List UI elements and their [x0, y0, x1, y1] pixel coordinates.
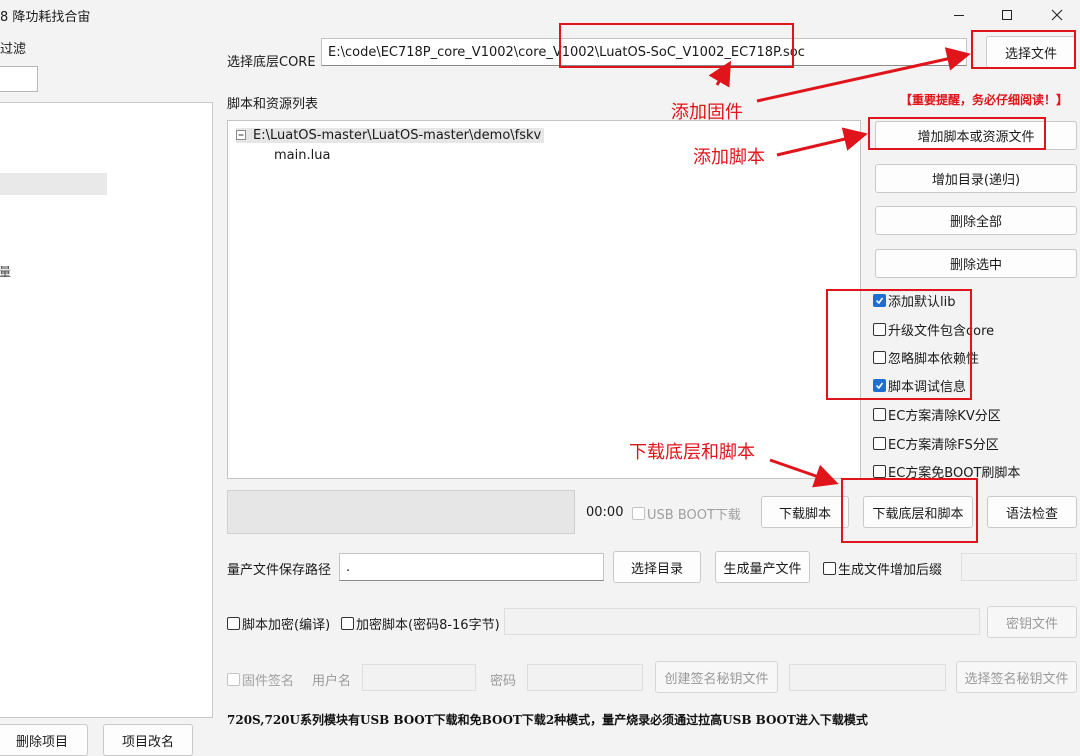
- save-path-label: 量产文件保存路径: [227, 563, 332, 578]
- important-warning[interactable]: 【重要提醒，务必仔细阅读！】: [900, 91, 1068, 108]
- download-script-button[interactable]: 下载脚本: [761, 496, 849, 528]
- rename-project-button[interactable]: 项目改名: [103, 724, 193, 756]
- checkbox-icon: [341, 617, 354, 630]
- password-field: [527, 664, 643, 691]
- highlight-add-script: [868, 117, 1046, 150]
- add-directory-button[interactable]: 增加目录(递归): [875, 164, 1077, 193]
- checkbox-icon: [873, 465, 886, 478]
- filter-label: 过滤: [0, 42, 27, 57]
- highlight-core-path: [559, 23, 794, 68]
- delete-all-button[interactable]: 删除全部: [875, 206, 1077, 235]
- collapse-icon[interactable]: [236, 130, 247, 141]
- title-bar: 8 降功耗找合宙: [0, 0, 1080, 30]
- highlight-select-file: [971, 30, 1076, 69]
- close-button[interactable]: [1034, 0, 1080, 30]
- project-list[interactable]: 量: [0, 102, 213, 718]
- select-sign-key-button[interactable]: 选择签名秘钥文件: [956, 661, 1077, 693]
- annotation-add-script: 添加脚本: [693, 147, 765, 168]
- filter-input[interactable]: [0, 66, 38, 92]
- create-sign-key-button[interactable]: 创建签名秘钥文件: [655, 661, 778, 693]
- checkbox-icon: [873, 437, 886, 450]
- annotation-add-firmware: 添加固件: [671, 102, 743, 123]
- download-progress-bar: [227, 490, 575, 534]
- key-file-button[interactable]: 密钥文件: [987, 606, 1077, 638]
- username-label: 用户名: [312, 674, 352, 689]
- highlight-download-core-script: [841, 478, 978, 543]
- checkbox-icon: [227, 673, 240, 686]
- select-directory-button[interactable]: 选择目录: [613, 551, 701, 583]
- delete-project-button[interactable]: 删除项目: [0, 724, 88, 756]
- sign-key-path-field: [789, 664, 946, 691]
- encrypt-password-checkbox[interactable]: 加密脚本(密码8-16字节): [341, 614, 500, 633]
- footer-note: 720S,720U系列模块有USB BOOT下载和免BOOT下载2种模式，量产烧…: [227, 713, 868, 727]
- suffix-field: [961, 553, 1077, 581]
- generate-mass-production-button[interactable]: 生成量产文件: [715, 551, 810, 583]
- project-list-item[interactable]: 量: [0, 263, 11, 280]
- download-timer: 00:00: [586, 505, 624, 520]
- tree-child-main-lua[interactable]: main.lua: [274, 148, 330, 163]
- tree-root-label: E:\LuatOS-master\LuatOS-master\demo\fskv: [253, 128, 542, 143]
- add-suffix-checkbox[interactable]: 生成文件增加后缀: [823, 559, 942, 578]
- delete-selected-button[interactable]: 删除选中: [875, 249, 1077, 278]
- checkbox-icon: [632, 507, 645, 520]
- tree-root-node[interactable]: E:\LuatOS-master\LuatOS-master\demo\fskv: [236, 128, 545, 143]
- checkbox-icon: [227, 617, 240, 630]
- close-icon: [1051, 9, 1063, 21]
- maximize-button[interactable]: [984, 0, 1030, 30]
- script-tree[interactable]: E:\LuatOS-master\LuatOS-master\demo\fskv…: [227, 120, 861, 479]
- highlight-options: [826, 289, 972, 400]
- password-label: 密码: [490, 674, 517, 689]
- checkbox-icon: [873, 408, 886, 421]
- checkbox-icon: [823, 562, 836, 575]
- core-label: 选择底层CORE: [227, 55, 316, 70]
- window-title: 8 降功耗找合宙: [0, 10, 91, 25]
- maximize-icon: [1002, 10, 1012, 20]
- minimize-button[interactable]: [936, 0, 982, 30]
- option-clear-kv[interactable]: EC方案清除KV分区: [873, 405, 1001, 424]
- script-list-label: 脚本和资源列表: [227, 97, 319, 112]
- annotation-download-core-script: 下载底层和脚本: [629, 442, 755, 463]
- option-clear-fs[interactable]: EC方案清除FS分区: [873, 434, 999, 453]
- username-field: [362, 664, 476, 691]
- project-list-selected-row[interactable]: [0, 173, 107, 195]
- firmware-sign-checkbox[interactable]: 固件签名: [227, 670, 294, 689]
- encrypt-password-field: [504, 608, 980, 635]
- encrypt-compile-checkbox[interactable]: 脚本加密(编译): [227, 614, 330, 633]
- arrow-to-core-path: [708, 60, 732, 88]
- save-path-field[interactable]: .: [339, 553, 604, 581]
- minimize-icon: [954, 15, 964, 16]
- usb-boot-checkbox[interactable]: USB BOOT下载: [632, 504, 741, 523]
- syntax-check-button[interactable]: 语法检查: [987, 496, 1077, 528]
